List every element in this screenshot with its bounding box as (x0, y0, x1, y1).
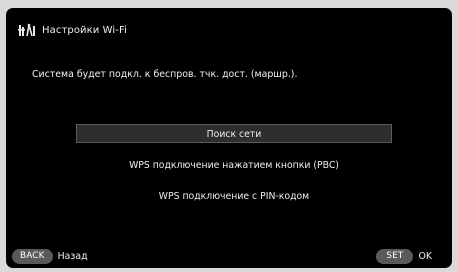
menu-item-network-search[interactable]: Поиск сети (76, 124, 392, 143)
back-control[interactable]: BACK Назад (12, 249, 88, 264)
info-message: Система будет подкл. к беспров. тчк. дос… (32, 69, 298, 80)
back-label: Назад (57, 251, 88, 262)
header: Настройки Wi-Fi (18, 22, 127, 38)
back-key-badge[interactable]: BACK (12, 249, 53, 264)
set-key-badge[interactable]: SET (376, 249, 414, 264)
wifi-settings-icon (18, 23, 35, 36)
wifi-settings-panel: Настройки Wi-Fi Система будет подкл. к б… (6, 8, 452, 268)
menu-item-wps-pbc[interactable]: WPS подключение нажатием кнопки (PBC) (76, 156, 392, 175)
set-control[interactable]: SET OK (376, 249, 432, 264)
page-title: Настройки Wi-Fi (42, 24, 128, 36)
ok-label: OK (418, 251, 432, 262)
screen-frame: Настройки Wi-Fi Система будет подкл. к б… (0, 0, 457, 272)
menu-item-wps-pin[interactable]: WPS подключение с PIN-кодом (76, 187, 392, 206)
